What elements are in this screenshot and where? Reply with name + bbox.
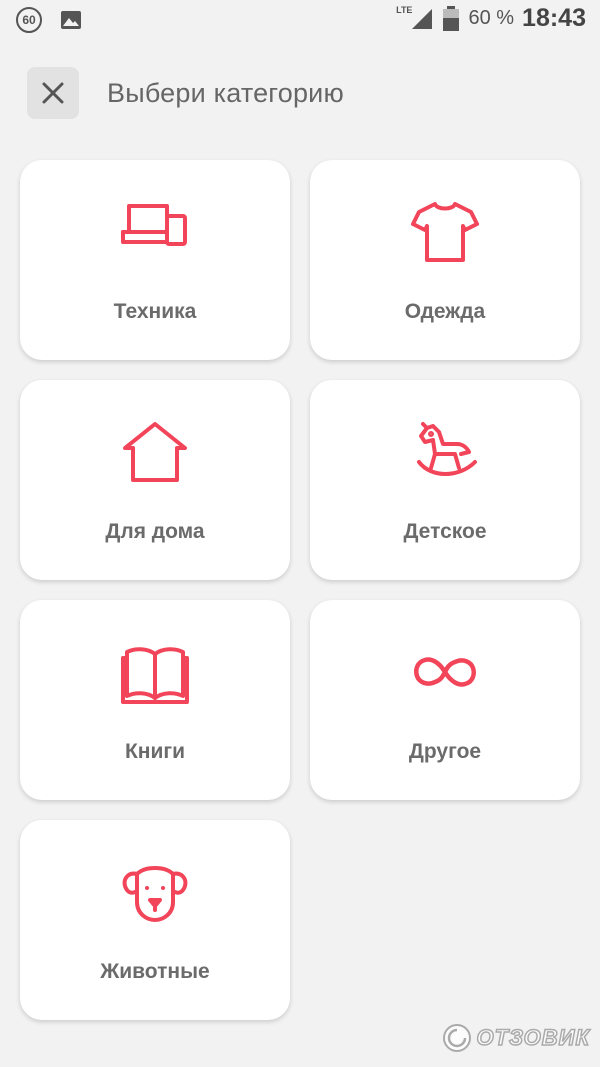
category-label: Техника [113, 300, 197, 323]
category-label: Одежда [404, 300, 486, 323]
category-card-electronics[interactable]: Техника [20, 160, 290, 360]
category-card-home[interactable]: Для дома [20, 380, 290, 580]
close-icon [42, 82, 64, 104]
house-icon [123, 422, 187, 482]
battery-percent: 60 % [468, 7, 515, 29]
watermark: ОТЗОВИК [441, 1022, 591, 1054]
dog-icon [122, 866, 188, 922]
category-label: Книги [124, 740, 186, 763]
laptop-phone-icon [121, 204, 187, 246]
close-button[interactable] [27, 67, 79, 119]
category-label: Другое [408, 740, 482, 763]
network-type: LTE [396, 4, 413, 15]
battery-icon [443, 5, 460, 31]
otzovik-logo-icon [442, 1024, 471, 1052]
watermark-text: ОТЗОВИК [476, 1024, 590, 1051]
category-card-clothes[interactable]: Одежда [310, 160, 580, 360]
category-label: Для дома [105, 520, 205, 543]
status-bar: 60 LTE 60 % 18:43 [0, 0, 600, 40]
category-card-kids[interactable]: Детское [310, 380, 580, 580]
category-label: Детское [403, 520, 487, 543]
category-label: Животные [100, 960, 210, 983]
category-card-animals[interactable]: Животные [20, 820, 290, 1020]
page-title: Выбери категорию [107, 78, 344, 108]
image-notification-icon [61, 11, 81, 29]
clock: 18:43 [522, 4, 586, 32]
notification-badge: 60 [16, 7, 42, 33]
tshirt-icon [411, 202, 479, 262]
category-card-other[interactable]: Другое [310, 600, 580, 800]
book-icon [121, 647, 189, 704]
category-card-books[interactable]: Книги [20, 600, 290, 800]
rocking-horse-icon [417, 422, 477, 476]
signal-icon [412, 8, 433, 29]
infinity-icon [414, 657, 476, 687]
